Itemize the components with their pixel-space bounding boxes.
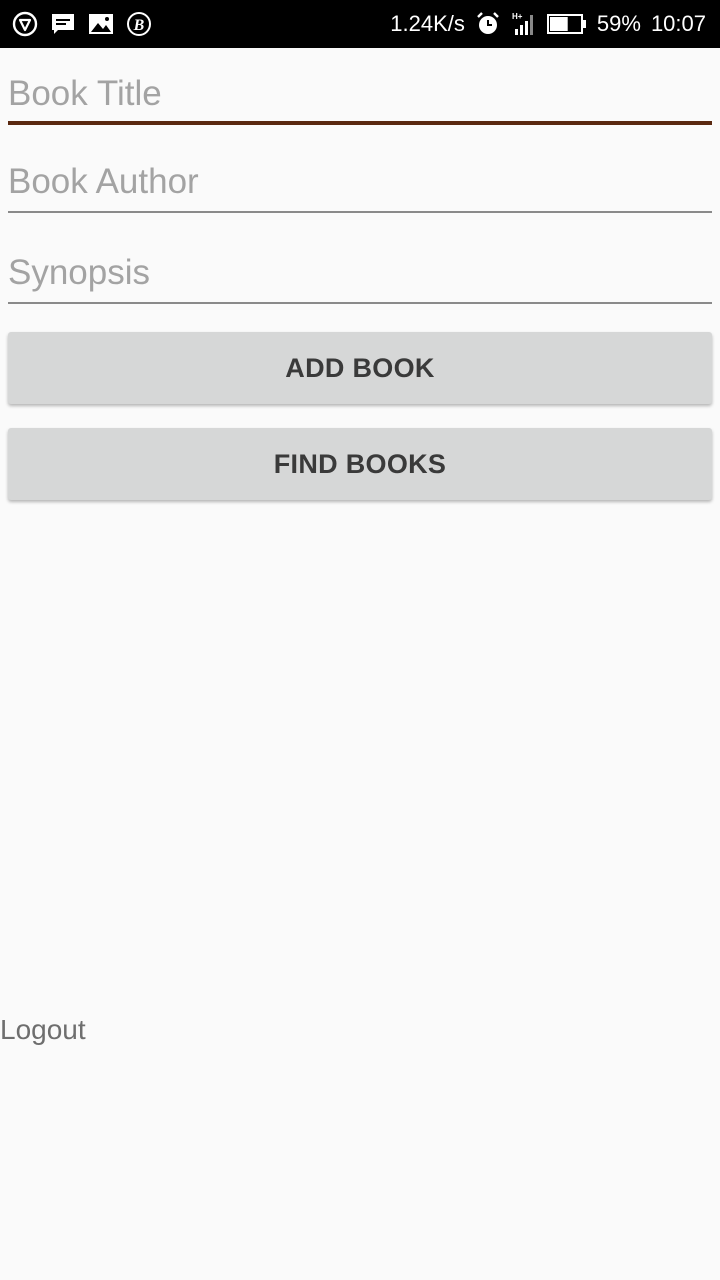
logout-link[interactable]: Logout	[0, 1014, 86, 1046]
image-icon	[88, 11, 114, 37]
book-author-underline	[8, 211, 712, 213]
book-title-field[interactable]	[8, 65, 712, 125]
battery-icon	[546, 14, 587, 34]
status-bar: B 1.24K/s H+ 59% 10:07	[0, 0, 720, 48]
network-speed: 1.24K/s	[390, 11, 465, 36]
battery-percent: 59%	[596, 11, 641, 36]
signal-icon: H+	[511, 11, 537, 37]
vpn-shield-icon	[12, 11, 38, 37]
notification-icons: B	[12, 10, 152, 38]
find-books-button[interactable]: FIND BOOKS	[8, 428, 712, 500]
svg-text:B: B	[133, 17, 145, 34]
b-app-icon: B	[126, 11, 152, 37]
battery-level-fill	[549, 17, 568, 31]
network-type-label: H+	[512, 12, 523, 21]
synopsis-underline	[8, 302, 712, 304]
synopsis-input[interactable]	[8, 244, 712, 302]
message-icon	[50, 11, 76, 37]
book-author-field[interactable]	[8, 153, 712, 213]
synopsis-field[interactable]	[8, 244, 712, 304]
book-title-underline	[8, 121, 712, 125]
clock: 10:07	[650, 11, 706, 36]
book-author-input[interactable]	[8, 153, 712, 211]
alarm-icon	[475, 11, 501, 37]
system-indicators: 1.24K/s H+ 59% 10:07	[390, 10, 706, 38]
add-book-button[interactable]: ADD BOOK	[8, 332, 712, 404]
book-title-input[interactable]	[8, 65, 712, 123]
